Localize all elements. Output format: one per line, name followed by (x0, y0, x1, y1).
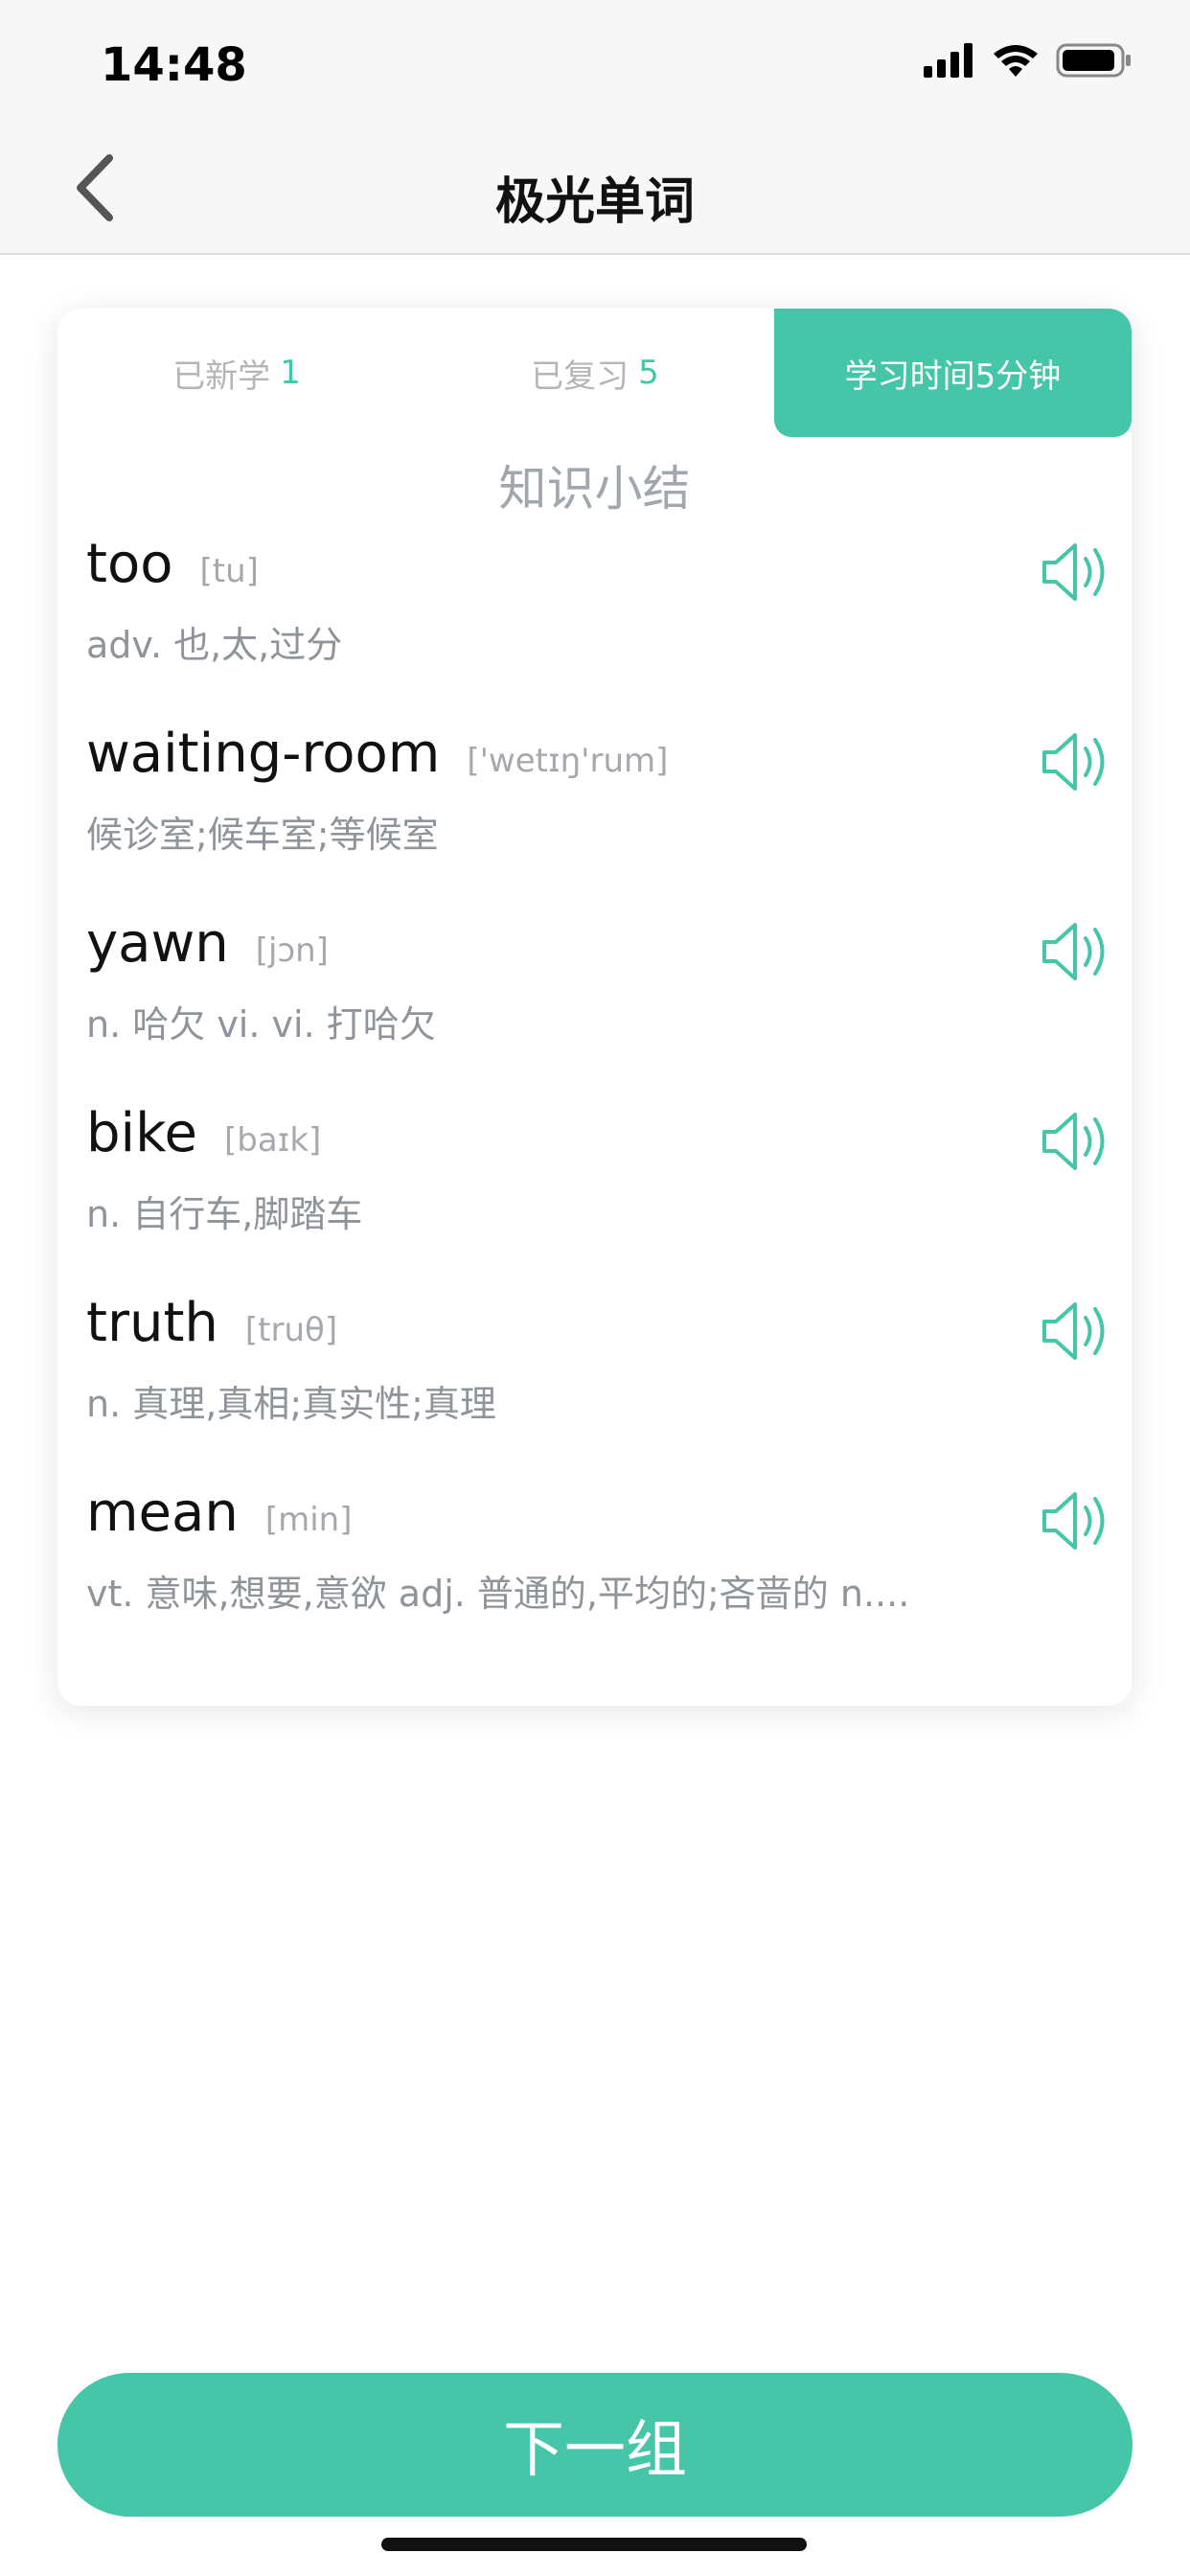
next-group-button[interactable]: 下一组 (57, 2373, 1133, 2517)
speaker-icon (1042, 543, 1105, 601)
tab-time-label: 学习时间5分钟 (844, 356, 1062, 396)
status-time: 14:48 (101, 38, 247, 92)
battery-icon (1056, 43, 1131, 78)
word-list: too [tu] adv. 也,太,过分 waiting-room ['wetɪ… (86, 533, 1111, 1671)
speaker-icon (1042, 733, 1105, 791)
word-meaning: n. 自行车,脚踏车 (86, 1193, 363, 1235)
list-item: yawn [jɔn] n. 哈欠 vi. vi. 打哈欠 (86, 912, 1111, 1102)
speaker-icon (1042, 1113, 1105, 1170)
word-phonetic: [baɪk] (224, 1121, 322, 1160)
word-meaning: vt. 意味,想要,意欲 adj. 普通的,平均的;吝啬的 n.... (86, 1573, 910, 1615)
word-text: too (86, 533, 173, 595)
list-item: bike [baɪk] n. 自行车,脚踏车 (86, 1102, 1111, 1292)
word-text: waiting-room (86, 723, 441, 785)
word-text: bike (86, 1102, 197, 1164)
speaker-button[interactable] (1039, 1108, 1111, 1175)
top-bar: 14:48 极光单词 (0, 0, 1190, 255)
tab-reviewed[interactable]: 已复习 5 (416, 309, 774, 437)
speaker-button[interactable] (1039, 918, 1111, 985)
home-indicator (381, 2538, 807, 2551)
word-text: yawn (86, 912, 229, 975)
list-item: waiting-room ['wetɪŋ'rum] 候诊室;候车室;等候室 (86, 723, 1111, 912)
speaker-button[interactable] (1039, 728, 1111, 795)
speaker-button[interactable] (1039, 1487, 1111, 1554)
list-item: mean [min] vt. 意味,想要,意欲 adj. 普通的,平均的;吝啬的… (86, 1482, 1111, 1671)
speaker-button[interactable] (1039, 1298, 1111, 1365)
word-phonetic: ['wetɪŋ'rum] (467, 742, 669, 780)
word-text: mean (86, 1482, 239, 1544)
tab-review-label: 已复习 (531, 356, 629, 396)
speaker-icon (1042, 923, 1105, 980)
tab-new-count: 1 (280, 354, 301, 392)
tab-review-count: 5 (638, 354, 659, 392)
word-meaning: n. 哈欠 vi. vi. 打哈欠 (86, 1003, 436, 1046)
tab-new-learned[interactable]: 已新学 1 (57, 309, 416, 437)
page-title: 极光单词 (494, 173, 695, 231)
summary-card: 已新学 1 已复习 5 学习时间5分钟 知识小结 too [tu] adv. 也… (57, 309, 1132, 1706)
cellular-signal-icon (924, 43, 973, 78)
speaker-icon (1042, 1302, 1105, 1360)
word-phonetic: [min] (264, 1501, 353, 1539)
tab-study-time[interactable]: 学习时间5分钟 (774, 309, 1132, 437)
section-title: 知识小结 (498, 461, 691, 517)
word-meaning: n. 真理,真相;真实性;真理 (86, 1383, 496, 1425)
speaker-button[interactable] (1039, 539, 1111, 606)
wifi-icon (994, 45, 1038, 77)
list-item: truth [truθ] n. 真理,真相;真实性;真理 (86, 1292, 1111, 1482)
word-phonetic: [truθ] (244, 1311, 338, 1349)
word-meaning: 候诊室;候车室;等候室 (86, 814, 439, 856)
word-phonetic: [jɔn] (255, 932, 329, 970)
word-text: truth (86, 1292, 218, 1354)
stats-tabs: 已新学 1 已复习 5 学习时间5分钟 (57, 309, 1132, 437)
tab-new-label: 已新学 (172, 356, 271, 396)
word-phonetic: [tu] (199, 552, 259, 590)
word-meaning: adv. 也,太,过分 (86, 624, 343, 666)
status-icons (924, 42, 1133, 79)
speaker-icon (1042, 1492, 1105, 1550)
list-item: too [tu] adv. 也,太,过分 (86, 533, 1111, 723)
